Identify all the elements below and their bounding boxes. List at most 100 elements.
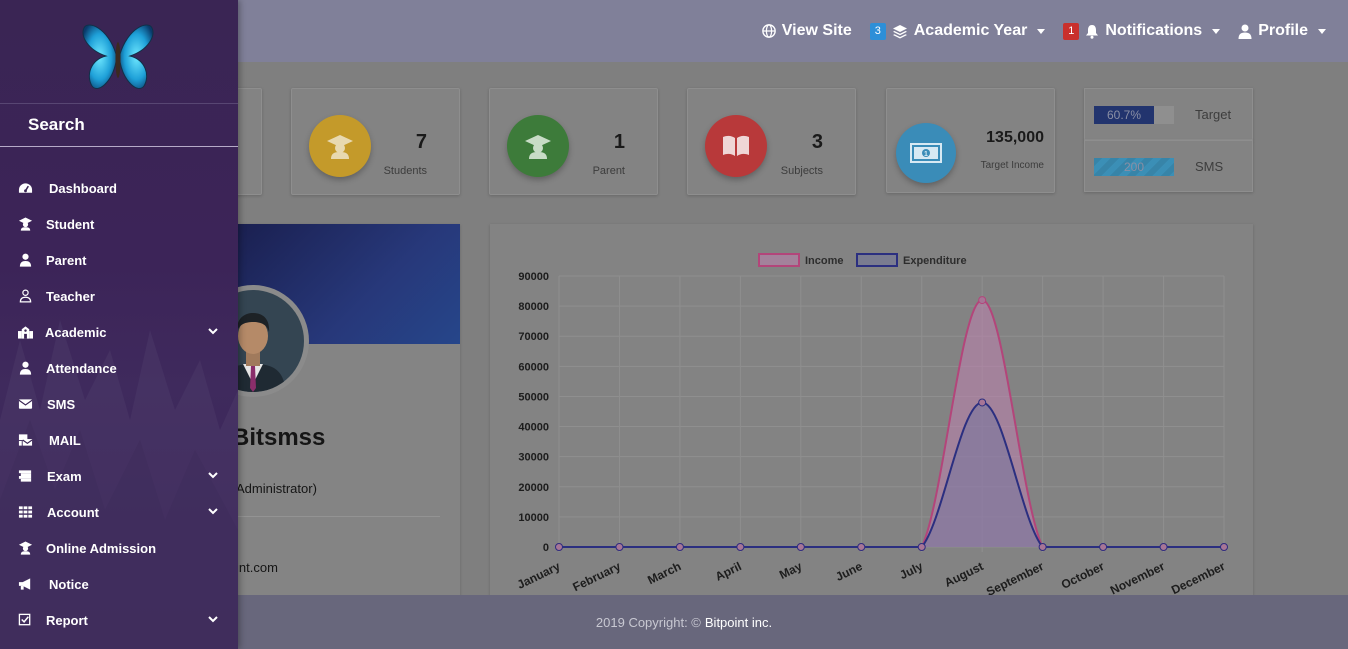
data-point [736, 543, 745, 551]
profile-card: Bitsmss Administrator) int.com [232, 224, 460, 604]
sidebar-item-notice[interactable]: Notice [0, 566, 238, 602]
bullhorn-icon [18, 578, 31, 590]
sms-progress-label: SMS [1195, 159, 1224, 174]
parent-count: 1 [613, 131, 625, 153]
chevron-down-icon [208, 508, 218, 515]
x-tick-label: September [984, 559, 1046, 599]
graduate-icon [18, 217, 33, 231]
target-progress-label: Target [1195, 107, 1232, 122]
mail-bulk-icon [18, 434, 33, 446]
graduate-icon [507, 115, 569, 177]
stat-card-students[interactable]: 7 Students [291, 88, 460, 195]
x-tick-label: May [777, 559, 804, 582]
data-point [978, 398, 987, 407]
x-tick-label: August [942, 559, 985, 590]
sidebar-item-label: Exam [47, 469, 82, 484]
y-tick-label: 80000 [518, 301, 549, 313]
dashboard-icon [18, 183, 33, 193]
y-tick-label: 0 [543, 542, 549, 554]
sidebar-item-label: Student [46, 217, 95, 232]
sidebar-item-report[interactable]: Report [0, 602, 238, 638]
footer-brand-link[interactable]: Bitpoint inc. [705, 615, 772, 630]
stat-card-target-income[interactable]: 1 135,000 Target Income [886, 88, 1055, 193]
sidebar-item-label: Notice [49, 577, 89, 592]
chevron-down-icon [1212, 28, 1221, 34]
sidebar-item-sms[interactable]: SMS [0, 386, 238, 422]
x-tick-label: November [1108, 559, 1167, 597]
avatar [232, 285, 309, 397]
layers-icon [892, 24, 907, 38]
profile-name: Bitsmss [232, 424, 326, 451]
y-tick-label: 20000 [518, 482, 549, 494]
sidebar-item-mail[interactable]: MAIL [0, 422, 238, 458]
user-icon [1238, 24, 1252, 39]
profile-dropdown[interactable]: Profile [1238, 22, 1326, 40]
sidebar-item-label: Teacher [46, 289, 95, 304]
stat-card-subjects[interactable]: 3 Subjects [687, 88, 856, 195]
legend-label: Expenditure [903, 255, 967, 267]
legend-swatch-income [758, 253, 800, 267]
x-tick-label: October [1059, 559, 1107, 592]
subjects-count: 3 [811, 131, 823, 153]
data-point [917, 543, 926, 551]
x-tick-label: January [515, 559, 563, 592]
students-count: 7 [415, 131, 427, 153]
data-point [796, 543, 805, 551]
school-icon [18, 326, 33, 339]
sms-progress-bar: 200 [1094, 158, 1174, 176]
target-progress-value: 60.7% [1094, 106, 1154, 124]
sidebar-item-academic[interactable]: Academic [0, 314, 238, 350]
view-site-link[interactable]: View Site [761, 22, 852, 40]
notifications-badge: 1 [1063, 22, 1080, 40]
target-progress-bar: 60.7% [1094, 106, 1174, 124]
target-progress-card: 60.7% Target [1084, 88, 1253, 140]
income-expenditure-chart-card: 90000 80000 70000 60000 50000 40000 30000 20000… [490, 224, 1253, 604]
envelope-icon [18, 399, 33, 409]
sidebar-item-attendance[interactable]: Attendance [0, 350, 238, 386]
money-icon: 1 [896, 123, 956, 183]
butterfly-logo [82, 24, 154, 89]
graduate-icon [309, 115, 371, 177]
x-tick-label: March [645, 559, 683, 587]
sidebar-item-exam[interactable]: Exam [0, 458, 238, 494]
sidebar-separator [0, 103, 238, 104]
sidebar-item-online-admission[interactable]: Online Admission [0, 530, 238, 566]
y-tick-label: 90000 [518, 271, 549, 283]
sms-progress-value: 200 [1094, 158, 1174, 176]
target-income-value: 135,000 [986, 129, 1044, 146]
data-point [857, 543, 866, 551]
notifications-dropdown[interactable]: 1 Notifications [1063, 22, 1221, 40]
y-tick-label: 30000 [518, 452, 549, 464]
sidebar-item-student[interactable]: Student [0, 206, 238, 242]
sidebar-search[interactable]: Search [28, 115, 85, 135]
sidebar-item-label: Academic [45, 325, 107, 340]
graduate-icon [18, 541, 33, 555]
stat-card-parent[interactable]: 1 Parent [489, 88, 658, 195]
sidebar-item-teacher[interactable]: Teacher [0, 278, 238, 314]
sidebar-item-account[interactable]: Account [0, 494, 238, 530]
academic-year-label: Academic Year [913, 22, 1028, 39]
sidebar-menu: Dashboard Student Parent Teacher Academi… [0, 170, 238, 638]
data-point [555, 543, 563, 551]
chevron-down-icon [208, 616, 218, 623]
data-point [675, 543, 684, 551]
series-line-expenditure [559, 401, 1224, 548]
profile-email: int.com [236, 560, 278, 575]
scroll-icon [18, 470, 32, 482]
sidebar-item-label: Attendance [46, 361, 117, 376]
chevron-down-icon [1318, 28, 1326, 34]
grid-icon [18, 506, 33, 518]
academic-year-dropdown[interactable]: 3 Academic Year [869, 22, 1046, 40]
x-tick-label: December [1169, 559, 1228, 597]
user-icon [19, 361, 32, 375]
x-tick-label: April [713, 559, 744, 584]
chevron-down-icon [208, 328, 218, 335]
sidebar-item-parent[interactable]: Parent [0, 242, 238, 278]
y-tick-label: 70000 [518, 331, 549, 343]
legend-label: Income [805, 255, 844, 267]
sidebar-item-label: Parent [46, 253, 87, 268]
sidebar-item-dashboard[interactable]: Dashboard [0, 170, 238, 206]
profile-role: Administrator) [236, 481, 317, 496]
students-label: Students [383, 165, 427, 177]
data-point [1038, 543, 1047, 551]
